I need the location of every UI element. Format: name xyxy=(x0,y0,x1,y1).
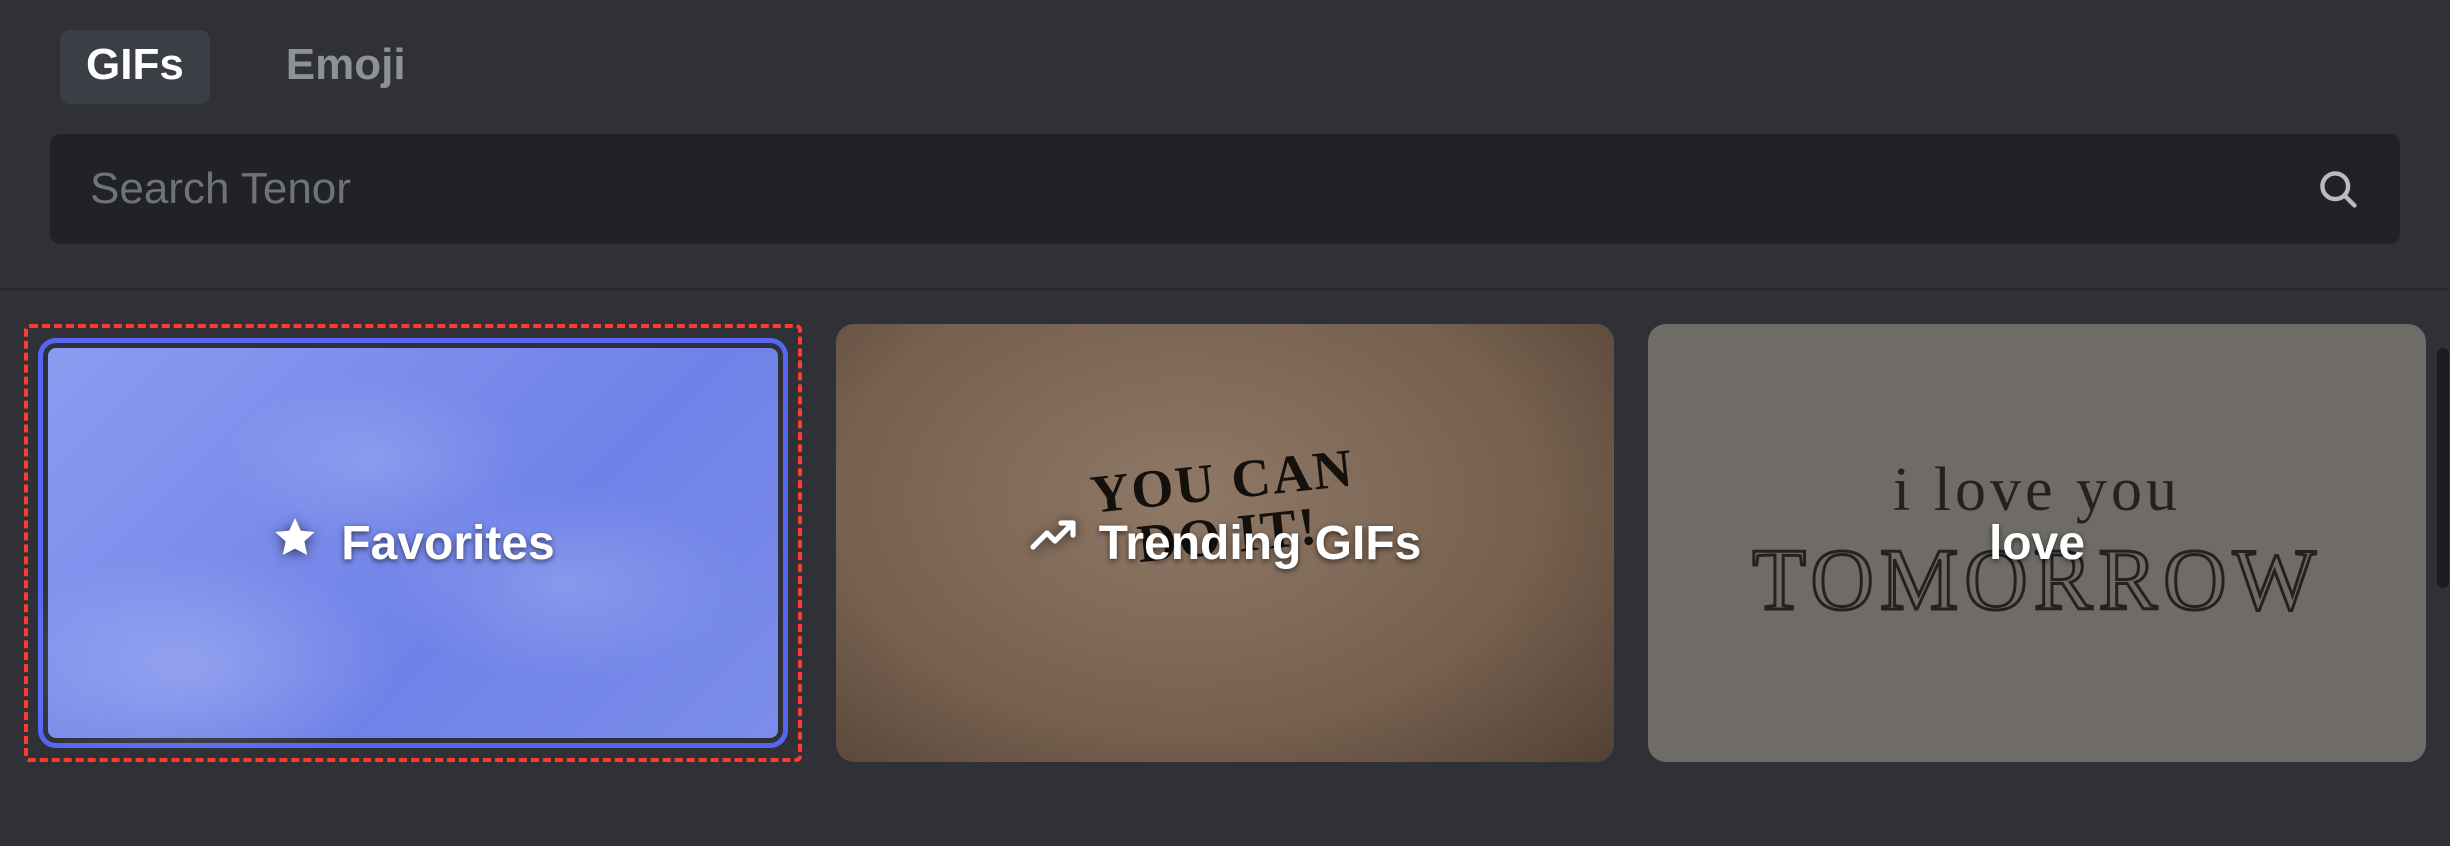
category-slot-favorites: Favorites xyxy=(24,324,802,762)
trending-up-icon xyxy=(1029,513,1077,573)
category-card-trending[interactable]: YOU CAN DO IT! Trending GIFs xyxy=(836,324,1614,762)
category-slot-trending: YOU CAN DO IT! Trending GIFs xyxy=(836,324,1614,762)
search-bar[interactable] xyxy=(50,134,2400,244)
category-slot-love: i love you TOMORROW love xyxy=(1648,324,2426,762)
star-icon xyxy=(271,513,319,573)
picker-tabs: GIFs Emoji xyxy=(0,0,2450,104)
scrollbar-thumb[interactable] xyxy=(2437,348,2449,588)
card-label: Favorites xyxy=(271,513,554,573)
gif-picker-panel: GIFs Emoji Favor xyxy=(0,0,2450,846)
card-label: Trending GIFs xyxy=(1029,513,1422,573)
search-input[interactable] xyxy=(90,164,2316,214)
card-label-text: love xyxy=(1989,516,2085,571)
category-card-love[interactable]: i love you TOMORROW love xyxy=(1648,324,2426,762)
vertical-scrollbar[interactable] xyxy=(2436,348,2450,846)
search-icon xyxy=(2316,167,2360,211)
gif-category-grid: Favorites YOU CAN DO IT! Trending GIFs xyxy=(0,290,2450,762)
card-label-text: Favorites xyxy=(341,516,554,571)
card-label-text: Trending GIFs xyxy=(1099,516,1422,571)
tab-emoji[interactable]: Emoji xyxy=(260,30,432,104)
card-label: love xyxy=(1989,516,2085,571)
category-card-favorites[interactable]: Favorites xyxy=(38,338,788,748)
tab-gifs[interactable]: GIFs xyxy=(60,30,210,104)
